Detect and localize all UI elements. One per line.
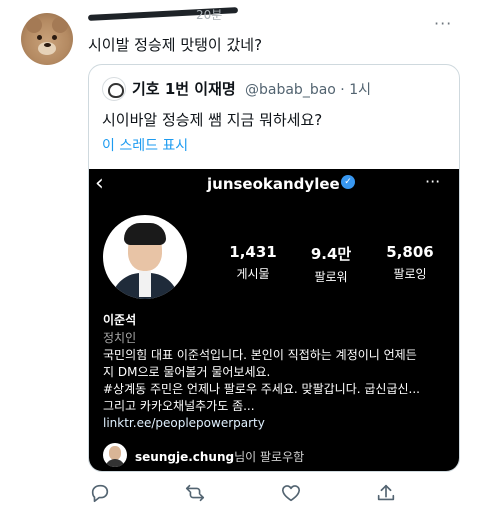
- tweet-text: 시이발 정승제 맛탱이 갔네?: [88, 36, 263, 54]
- bio-line: 그리고 카카오채널추가도 좀...: [103, 399, 255, 413]
- quoted-tweet-text: 시이바알 정승제 쌤 지금 뭐하세요?: [102, 111, 323, 129]
- followed-by-text: seungje.chung님이 팔로우함: [135, 448, 304, 465]
- avatar-ear: [52, 17, 68, 33]
- instagram-stat-posts: 1,431 게시물: [223, 243, 283, 282]
- stat-label: 팔로잉: [393, 267, 427, 281]
- more-horizontal-icon: ···: [425, 172, 441, 191]
- verified-badge-icon: ✓: [341, 175, 355, 189]
- tweet-actions: [0, 482, 480, 510]
- quoted-author-name: 기호 1번 이재명: [132, 80, 236, 98]
- bio-line: #상계동 주민은 언제나 팔로우 주세요. 맞팔갑니다. 굽신굽신...: [103, 382, 420, 396]
- author-avatar[interactable]: [21, 13, 73, 65]
- follower-username: seungje.chung: [135, 450, 235, 464]
- stat-value: 1,431: [229, 243, 277, 261]
- bio-line: 국민의힘 대표 이준석입니다. 본인이 직접하는 계정이니 언제든: [103, 348, 417, 362]
- more-horizontal-icon[interactable]: ···: [434, 14, 452, 33]
- instagram-stat-following: 5,806 팔로잉: [380, 243, 440, 282]
- instagram-category: 정치인: [103, 331, 137, 345]
- follower-avatar: [103, 443, 127, 467]
- avatar-nose: [44, 43, 51, 47]
- stat-label: 팔로워: [314, 270, 348, 284]
- avatar-eye: [52, 35, 57, 40]
- share-icon[interactable]: [375, 482, 399, 506]
- chevron-left-icon: ‹: [95, 171, 104, 196]
- stat-value: 5,806: [386, 243, 434, 261]
- instagram-display-name: 이준석: [103, 313, 137, 327]
- instagram-stat-followers: 9.4만 팔로워: [301, 243, 361, 285]
- stat-value: 9.4만: [310, 245, 352, 263]
- followed-by-suffix: 님이 팔로우함: [234, 450, 305, 464]
- instagram-profile-screenshot[interactable]: ‹ junseokandylee ✓ ··· 1,431 게시물 9.4만 팔로…: [89, 169, 459, 471]
- quoted-author-handle: @babab_bao · 1시: [245, 82, 371, 98]
- quoted-author-avatar: [102, 77, 126, 101]
- instagram-bio: 국민의힘 대표 이준석입니다. 본인이 직접하는 계정이니 언제든 지 DM으로…: [103, 347, 420, 432]
- avatar-ear: [26, 17, 42, 33]
- bio-line: 지 DM으로 물어볼거 물어보세요.: [103, 365, 271, 379]
- avatar-eye: [37, 35, 42, 40]
- bio-link: linktr.ee/peoplepowerparty: [103, 416, 265, 430]
- retweet-icon[interactable]: [184, 482, 208, 506]
- heart-icon[interactable]: [280, 482, 304, 506]
- profile-hair: [124, 223, 166, 245]
- profile-shirt: [139, 271, 151, 297]
- show-thread-link[interactable]: 이 스레드 표시: [102, 135, 188, 155]
- stat-label: 게시물: [236, 267, 270, 281]
- instagram-username: junseokandylee: [207, 175, 340, 193]
- instagram-profile-picture: [103, 215, 187, 299]
- reply-icon[interactable]: [89, 482, 113, 506]
- quoted-tweet-card[interactable]: 기호 1번 이재명 @babab_bao · 1시 시이바알 정승제 쌤 지금 …: [88, 64, 460, 472]
- tweet-timestamp[interactable]: 20분: [196, 6, 222, 23]
